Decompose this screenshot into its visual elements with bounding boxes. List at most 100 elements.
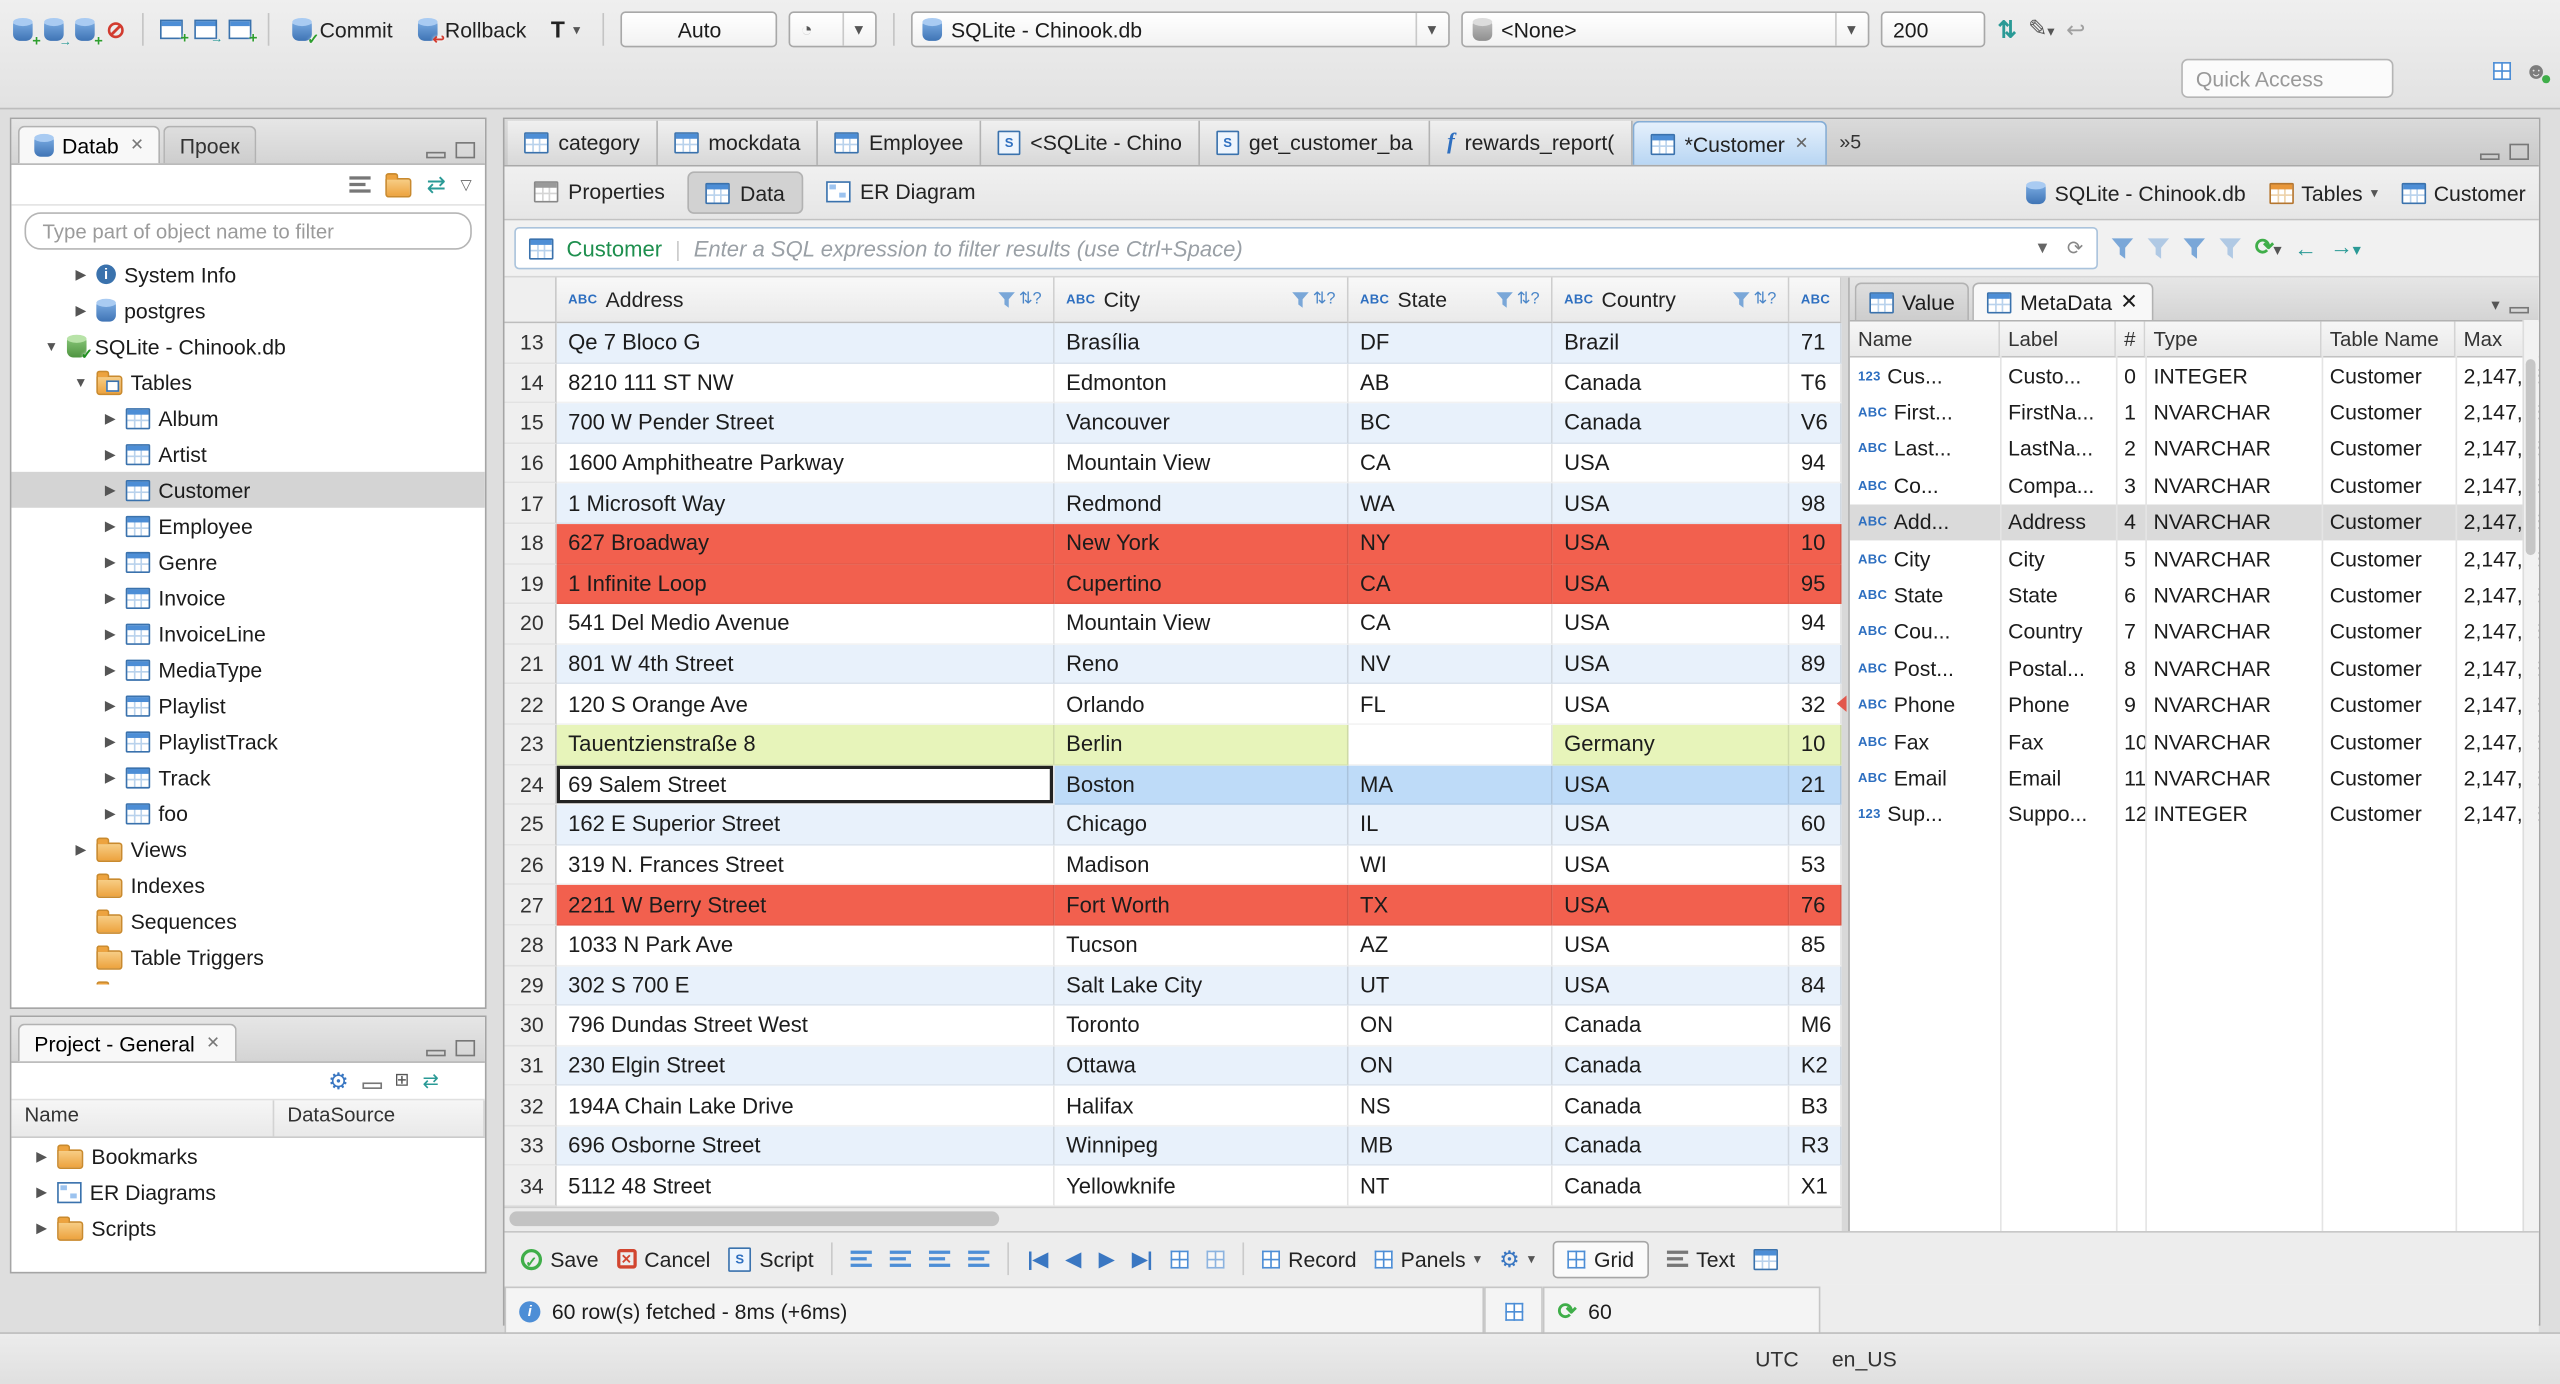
toggle-layout-icon[interactable] (1206, 1249, 1225, 1268)
tree-arrow-icon[interactable]: ▶ (103, 589, 118, 607)
tree-arrow-icon[interactable]: ▶ (103, 768, 118, 786)
grid-cell[interactable]: 1033 N Park Ave (556, 925, 1055, 966)
scrollbar-thumb[interactable] (2525, 359, 2536, 556)
meta-cell[interactable]: NVARCHAR (2145, 431, 2321, 468)
link-icon[interactable]: ⇄ (422, 1069, 438, 1092)
meta-name-cell[interactable]: ABC Phone (1850, 687, 2000, 724)
metadata-row[interactable]: ABCStateState6NVARCHARCustomer2,147,483 (1850, 577, 2539, 614)
editor-tab-category[interactable]: category (507, 120, 658, 165)
fetch-row-count-icon[interactable] (929, 1250, 951, 1267)
column-name[interactable]: Name (11, 1100, 275, 1137)
metadata-row[interactable]: ABC Post... Postal... 8 NVARCHAR Customer 2,14… (1850, 650, 2539, 687)
grid-cell[interactable]: Redmond (1054, 483, 1349, 525)
save-filter-icon[interactable] (2182, 237, 2206, 259)
grid-cell[interactable]: 10 (1789, 524, 1842, 565)
meta-cell[interactable]: NVARCHAR (2145, 540, 2321, 577)
meta-name-cell[interactable]: ABC Co... (1850, 467, 2000, 504)
grid-cell[interactable]: USA (1552, 965, 1790, 1006)
grid-cell[interactable]: 60 (1789, 805, 1842, 846)
meta-cell[interactable]: Customer (2322, 358, 2456, 395)
meta-cell[interactable]: 12 (2116, 796, 2145, 833)
column-filter-sort-icons[interactable]: ⇅? (997, 291, 1042, 309)
chevron-down-icon[interactable]: ▾ (2491, 297, 2499, 315)
row-number[interactable]: 31 (504, 1046, 557, 1087)
grid-cell[interactable]: USA (1552, 564, 1790, 605)
meta-cell[interactable]: NVARCHAR (2145, 760, 2321, 797)
grid-cell[interactable]: AZ (1348, 925, 1553, 966)
tree-item-sequences[interactable]: Sequences (11, 903, 484, 939)
grid-cell[interactable]: 98 (1789, 483, 1842, 525)
grid-cell[interactable]: T6 (1789, 363, 1842, 404)
grid-cell[interactable]: Canada (1552, 1166, 1790, 1207)
grid-cell[interactable]: Chicago (1054, 805, 1349, 846)
grid-cell[interactable]: FL (1348, 684, 1553, 725)
schema-combo[interactable]: <None> ▼ (1461, 11, 1871, 48)
grid-cell[interactable]: TX (1348, 885, 1553, 926)
fetch-all-icon[interactable] (890, 1250, 912, 1267)
meta-name-cell[interactable]: 123 Sup... (1850, 796, 2000, 833)
grid-cell[interactable]: 302 S 700 E (556, 965, 1055, 1006)
row-number[interactable]: 32 (504, 1086, 557, 1127)
meta-cell[interactable]: Email (2000, 760, 2116, 797)
meta-cell[interactable]: 10 (2116, 723, 2145, 760)
connect-icon[interactable] (44, 17, 72, 48)
grid-cell[interactable]: NT (1348, 1166, 1553, 1207)
script-button[interactable]: S Script (728, 1246, 814, 1272)
meta-cell[interactable]: 5 (2116, 540, 2145, 577)
meta-cell[interactable]: NVARCHAR (2145, 687, 2321, 724)
tab-overflow-indicator[interactable]: »5 (1826, 131, 1874, 154)
grid-cell[interactable]: Fort Worth (1054, 885, 1349, 926)
tree-arrow-icon[interactable]: ▶ (73, 265, 88, 283)
save-button[interactable]: ✓ Save (520, 1247, 599, 1271)
tree-arrow-icon[interactable]: ▶ (103, 624, 118, 642)
grid-cell[interactable]: 95 (1789, 564, 1842, 605)
grid-cell[interactable]: Madison (1054, 845, 1349, 886)
nav-back-icon[interactable]: ← (2294, 237, 2317, 260)
grid-cell[interactable]: 94 (1789, 604, 1842, 645)
record-button[interactable]: Record (1262, 1247, 1357, 1271)
meta-cell[interactable]: Customer (2322, 467, 2456, 504)
context-connection[interactable]: SQLite - Chinook.db (2026, 180, 2246, 205)
meta-cell[interactable]: Fax (2000, 723, 2116, 760)
meta-cell[interactable]: NVARCHAR (2145, 467, 2321, 504)
tree-arrow-icon[interactable]: ▶ (103, 696, 118, 714)
meta-cell[interactable]: INTEGER (2145, 796, 2321, 833)
grid-cell[interactable]: USA (1552, 805, 1790, 846)
meta-cell[interactable]: 4 (2116, 504, 2145, 541)
meta-cell[interactable]: 3 (2116, 467, 2145, 504)
tab-value[interactable]: Value (1854, 282, 1970, 320)
grid-cell[interactable]: WA (1348, 483, 1553, 525)
grid-cell[interactable]: X1 (1789, 1166, 1842, 1207)
maximize-icon[interactable] (455, 142, 476, 159)
edit-icon[interactable]: ✎▾ (2028, 16, 2055, 42)
meta-cell[interactable]: Customer (2322, 431, 2456, 468)
grid-cell[interactable]: Brasília (1054, 323, 1349, 364)
grid-cell[interactable]: 194A Chain Lake Drive (556, 1086, 1055, 1127)
meta-cell[interactable]: Customer (2322, 613, 2456, 650)
metadata-row[interactable]: ABCCo...Compa...3NVARCHARCustomer2,147,4… (1850, 467, 2539, 504)
tab-проек[interactable]: Проек (163, 125, 257, 164)
tree-arrow-icon[interactable]: ▶ (103, 732, 118, 750)
tree-item-invoiceline[interactable]: ▶ InvoiceLine (11, 616, 484, 652)
grid-cell[interactable]: 10 (1789, 724, 1842, 765)
grid-cell[interactable]: ON (1348, 1046, 1553, 1087)
grid-cell[interactable]: NY (1348, 524, 1553, 565)
tree-arrow-icon[interactable]: ▶ (103, 445, 118, 463)
auto-commit-combo[interactable]: Auto (621, 11, 778, 48)
grid-cell[interactable]: Canada (1552, 1046, 1790, 1087)
grid-cell[interactable]: Qe 7 Bloco G (556, 323, 1055, 364)
grid-cell[interactable]: 94 (1789, 443, 1842, 484)
meta-cell[interactable]: Customer (2322, 687, 2456, 724)
metadata-row[interactable]: ABC First... FirstNa... 1 NVARCHAR Customer 2,… (1850, 394, 2539, 431)
tab-metadata[interactable]: MetaData ✕ (1972, 282, 2153, 320)
apply-filter-icon[interactable] (2111, 237, 2134, 259)
grid-corner[interactable] (504, 277, 557, 324)
project-item-bookmarks[interactable]: ▶ Bookmarks (11, 1138, 484, 1174)
tree-arrow-icon[interactable]: ▶ (34, 1219, 49, 1237)
editor-tab-get-customer-ba[interactable]: Sget_customer_ba (1199, 120, 1431, 165)
close-icon[interactable]: ✕ (1795, 135, 1809, 153)
tree-arrow-icon[interactable]: ▶ (73, 301, 88, 319)
calc-panel-button[interactable] (1484, 1286, 1543, 1336)
grid-cell[interactable]: Halifax (1054, 1086, 1349, 1127)
grid-cell[interactable]: USA (1552, 684, 1790, 725)
